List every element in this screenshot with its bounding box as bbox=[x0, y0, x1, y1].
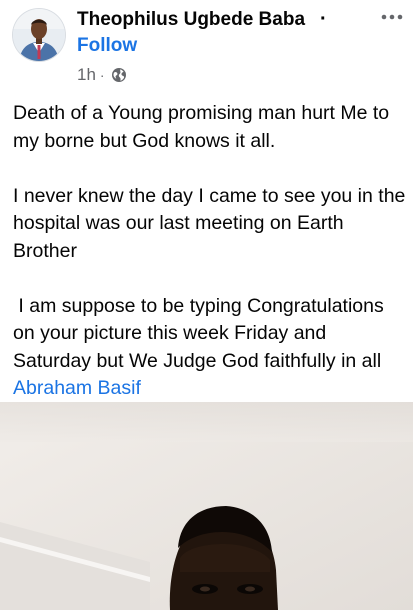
post-paragraph-2: I never knew the day I came to see you i… bbox=[13, 184, 411, 262]
follow-button[interactable]: Follow bbox=[77, 35, 137, 57]
author-row: Theophilus Ugbede Baba · bbox=[77, 8, 357, 35]
author-avatar-image bbox=[13, 9, 65, 61]
author-name[interactable]: Theophilus Ugbede Baba bbox=[77, 9, 305, 31]
post-text: Death of a Young promising man hurt Me t… bbox=[13, 100, 409, 403]
post-paragraph-3: I am suppose to be typing Congratulation… bbox=[13, 294, 390, 372]
post-photo[interactable] bbox=[0, 402, 413, 610]
post-paragraph-1: Death of a Young promising man hurt Me t… bbox=[13, 102, 395, 152]
globe-icon[interactable] bbox=[111, 67, 127, 83]
more-horizontal-icon bbox=[381, 14, 403, 20]
more-options-button[interactable] bbox=[380, 9, 404, 25]
name-separator: · bbox=[320, 8, 327, 30]
meta-separator: · bbox=[99, 67, 105, 83]
post-photo-image bbox=[0, 402, 413, 610]
post-time[interactable]: 1h bbox=[77, 65, 96, 85]
tagged-person-link[interactable]: Abraham Basif bbox=[13, 377, 141, 399]
author-avatar[interactable] bbox=[13, 9, 65, 61]
post-meta: 1h · bbox=[77, 64, 127, 86]
